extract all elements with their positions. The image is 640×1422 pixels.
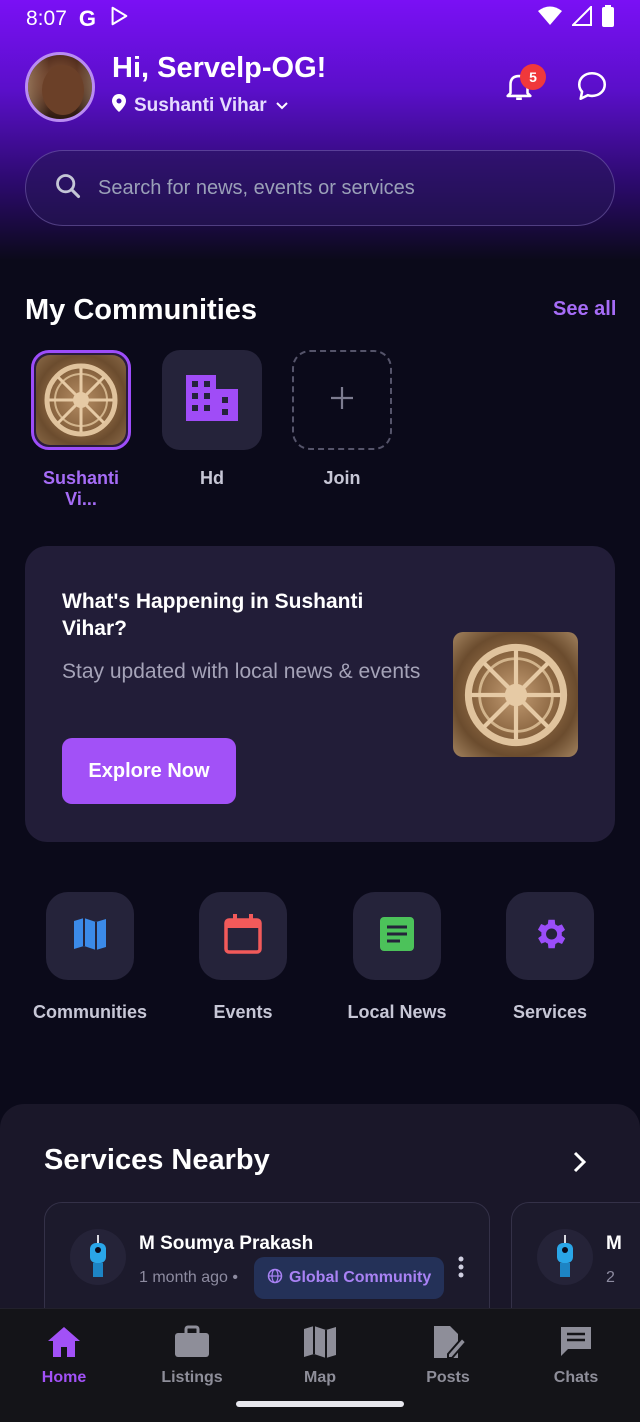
see-all-link[interactable]: See all (553, 298, 616, 321)
quick-link-local-news[interactable]: Local News (322, 892, 472, 1023)
community-label: Join (323, 468, 361, 488)
community-chip[interactable]: Global Community (254, 1257, 445, 1299)
chevron-down-icon (275, 95, 289, 117)
nav-label: Map (304, 1369, 336, 1386)
community-thumbnail (162, 350, 262, 450)
wifi-icon (538, 6, 562, 32)
home-icon (0, 1321, 128, 1363)
services-nearby-panel: Services Nearby M Soumya Prakash 1 month… (0, 1104, 640, 1342)
nav-label: Listings (161, 1369, 223, 1386)
quick-link-label: Services (512, 1002, 588, 1022)
quick-link-label: Local News (347, 1002, 447, 1022)
service-avatar (70, 1229, 126, 1285)
signal-icon (570, 4, 592, 32)
home-indicator[interactable] (236, 1401, 404, 1407)
nav-home[interactable]: Home (0, 1321, 128, 1387)
search-input[interactable] (98, 176, 578, 200)
header: Hi, Servelp-OG! Sushanti Vihar 5 (25, 52, 615, 124)
community-label: Hd (200, 468, 224, 488)
chip-label: Global Community (289, 1269, 432, 1286)
greeting-text: Hi, Servelp-OG! (112, 52, 327, 84)
location-selector[interactable]: Sushanti Vihar (112, 94, 289, 118)
gear-icon (531, 915, 569, 958)
status-bar: 8:07 G (0, 0, 640, 38)
communities-title: My Communities (25, 294, 258, 326)
location-pin-icon (112, 94, 126, 118)
quick-link-tile (46, 892, 134, 980)
bottom-navigation: Home Listings Map Posts Chats (0, 1308, 640, 1422)
konark-wheel-image (453, 632, 578, 757)
plus-icon (329, 385, 355, 416)
nav-label: Chats (553, 1369, 599, 1386)
search-icon (54, 172, 82, 205)
edit-document-icon (384, 1321, 512, 1363)
community-label: Sushanti Vi... (42, 468, 119, 509)
chat-icon (512, 1321, 640, 1363)
community-item-hd[interactable]: Hd (162, 350, 262, 489)
service-avatar (537, 1229, 593, 1285)
quick-link-label: Communities (32, 1002, 147, 1022)
quick-link-label: Events (213, 1002, 273, 1022)
quick-link-communities[interactable]: Communities (15, 892, 165, 1023)
map-icon (72, 917, 108, 956)
service-provider-name: M Soumya Prakash (139, 1233, 314, 1254)
nav-chats[interactable]: Chats (512, 1321, 640, 1387)
nav-listings[interactable]: Listings (128, 1321, 256, 1387)
community-item-sushanti[interactable]: Sushanti Vi... (31, 350, 131, 510)
nav-map[interactable]: Map (256, 1321, 384, 1387)
happening-title: What's Happening in Sushanti Vihar? (62, 590, 364, 640)
services-nearby-title: Services Nearby (44, 1144, 270, 1176)
community-thumbnail (31, 350, 131, 450)
quick-link-tile (506, 892, 594, 980)
services-nearby-more-button[interactable] (566, 1148, 594, 1181)
konark-wheel-image (36, 355, 126, 445)
google-icon: G (78, 6, 96, 31)
briefcase-icon (128, 1321, 256, 1363)
battery-icon (602, 5, 614, 33)
building-icon (184, 373, 240, 428)
nav-label: Posts (426, 1369, 470, 1386)
join-community-button[interactable]: Join (292, 350, 392, 489)
quick-link-services[interactable]: Services (475, 892, 625, 1023)
join-tile (292, 350, 392, 450)
globe-icon (267, 1268, 283, 1289)
calendar-icon (224, 913, 262, 959)
avatar[interactable] (25, 52, 95, 122)
quick-link-events[interactable]: Events (168, 892, 318, 1023)
nav-posts[interactable]: Posts (384, 1321, 512, 1387)
location-label: Sushanti Vihar (134, 95, 267, 116)
nav-label: Home (41, 1369, 87, 1386)
status-time: 8:07 (26, 7, 67, 30)
service-time: 2 (606, 1269, 615, 1286)
notification-badge: 5 (520, 64, 546, 90)
quick-link-tile (199, 892, 287, 980)
search-bar[interactable] (25, 150, 615, 226)
explore-now-button[interactable]: Explore Now (62, 738, 236, 804)
news-icon (380, 916, 414, 956)
service-provider-name: M (606, 1233, 622, 1254)
more-vertical-icon (451, 1256, 471, 1285)
chat-bubble-icon (575, 69, 609, 108)
chevron-right-icon (566, 1151, 594, 1180)
more-options-button[interactable] (451, 1253, 471, 1286)
play-store-icon (108, 5, 130, 33)
map-icon (256, 1321, 384, 1363)
messages-button[interactable] (572, 68, 612, 108)
whats-happening-card: What's Happening in Sushanti Vihar? Stay… (25, 546, 615, 842)
service-time: 1 month ago • (139, 1269, 238, 1286)
quick-link-tile (353, 892, 441, 980)
happening-subtitle: Stay updated with local news & events (62, 660, 421, 683)
